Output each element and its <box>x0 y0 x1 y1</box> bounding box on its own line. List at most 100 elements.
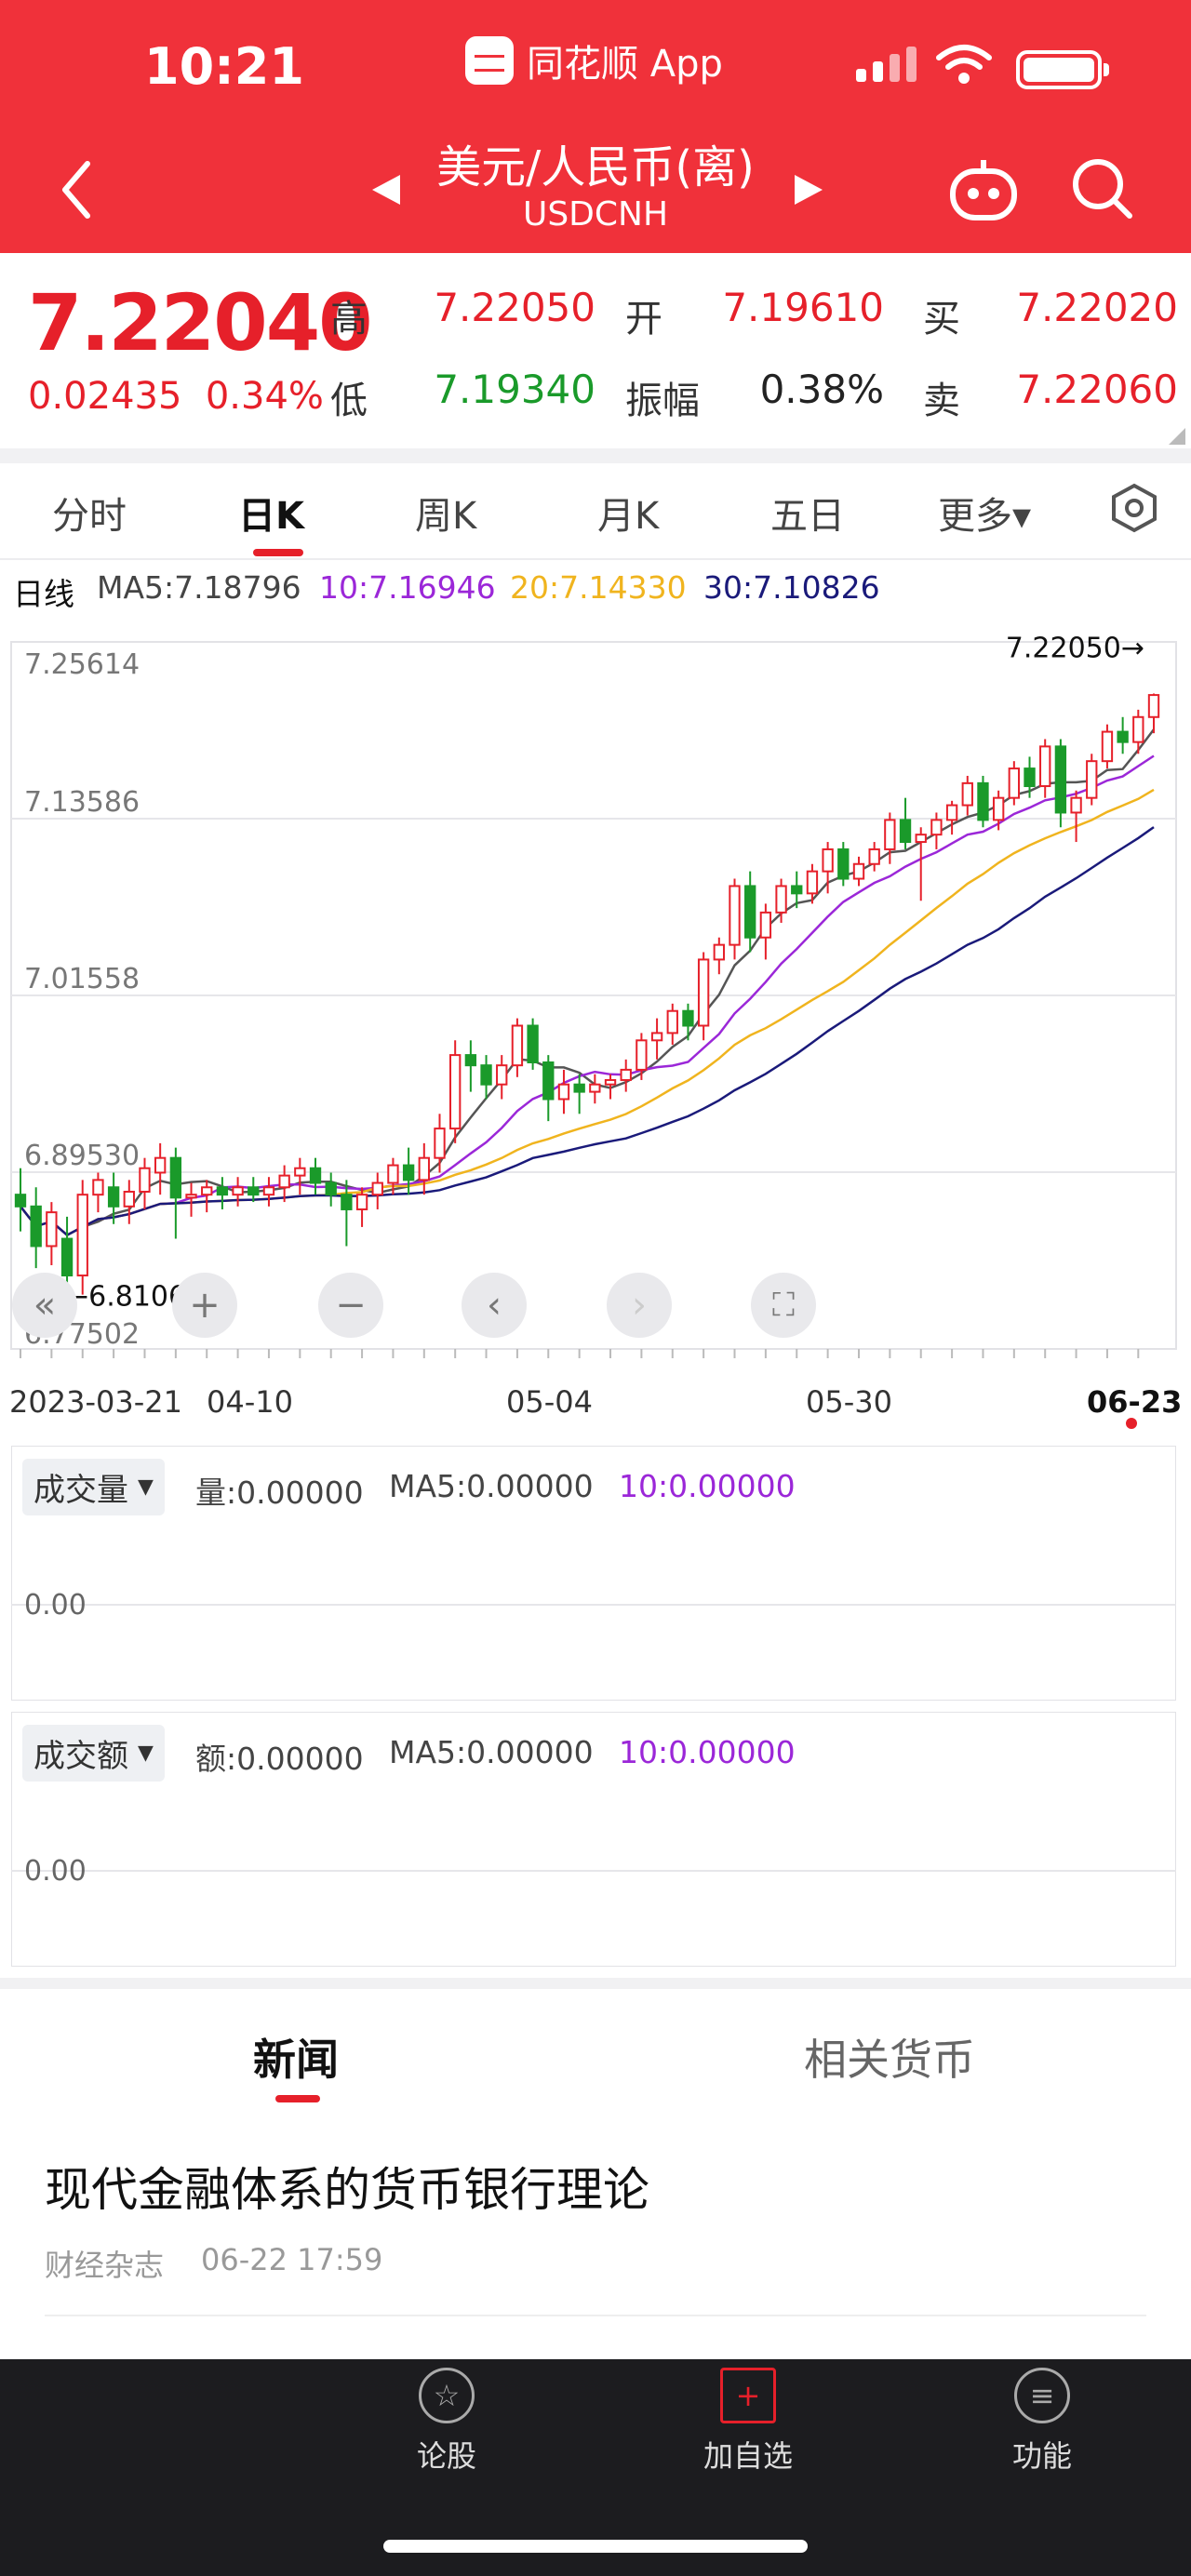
section-divider <box>0 1978 1191 1989</box>
candle-body <box>434 1128 446 1159</box>
volume-stat: 量:0.00000 <box>195 1475 364 1511</box>
latest-date-dot <box>1126 1418 1137 1429</box>
tab-daily-k[interactable]: 日K <box>238 486 304 540</box>
zoom-in-icon[interactable]: + <box>172 1273 237 1338</box>
candle-body <box>325 1181 337 1196</box>
volume-dropdown[interactable]: 成交量 ▼ <box>22 1459 165 1515</box>
candle-body <box>604 1078 617 1086</box>
wifi-icon <box>936 45 992 84</box>
candle-body <box>1086 760 1098 799</box>
candle-body <box>60 1237 74 1277</box>
top-header: 10:21 同花顺 App 美元/人民币(离) USDCNH <box>0 0 1191 253</box>
low-value: 7.19340 <box>434 367 596 412</box>
tab-monthly-k[interactable]: 月K <box>597 486 659 540</box>
x-tick-4: 06-23 <box>1087 1384 1183 1420</box>
volume-panel <box>11 1446 1176 1701</box>
amount-dropdown[interactable]: 成交额 ▼ <box>22 1725 165 1782</box>
star-badge-icon: ☆ <box>419 2368 475 2423</box>
tab-five-day[interactable]: 五日 <box>770 486 845 540</box>
candle-body <box>682 1009 694 1027</box>
candle-body <box>620 1068 632 1081</box>
nav-add-watchlist[interactable]: + 加自选 <box>674 2368 823 2476</box>
open-value: 7.19610 <box>722 285 884 330</box>
news-tab-indicator <box>275 2095 320 2102</box>
x-tick-2: 05-04 <box>506 1384 593 1420</box>
candle-body <box>852 862 865 880</box>
candle-body <box>341 1194 353 1210</box>
tab-weekly-k[interactable]: 周K <box>415 486 476 540</box>
fullscreen-icon[interactable]: ⛶ <box>751 1273 816 1338</box>
robot-assistant-icon[interactable] <box>947 156 1020 221</box>
zoom-out-icon[interactable]: − <box>318 1273 383 1338</box>
amount-panel <box>11 1712 1176 1967</box>
candle-body <box>216 1186 229 1196</box>
candle-body <box>837 848 850 880</box>
y-tick-label: 7.25614 <box>24 648 140 681</box>
nav-add-watchlist-label: 加自选 <box>703 2438 793 2474</box>
candle-body <box>294 1167 306 1177</box>
menu-icon: ≡ <box>1014 2368 1070 2423</box>
sell-value: 7.22060 <box>1016 367 1178 412</box>
candle-body <box>666 1009 678 1034</box>
tab-intraday[interactable]: 分时 <box>52 486 127 540</box>
candle-body <box>636 1039 648 1071</box>
period-label: 日线 <box>13 576 74 612</box>
amount-title: 成交额 <box>33 1738 128 1775</box>
ma20-line <box>20 788 1155 1237</box>
candle-body <box>945 804 958 821</box>
settings-hexagon-icon[interactable] <box>1109 482 1159 534</box>
candle-body <box>697 958 710 1027</box>
candle-body <box>930 819 943 836</box>
add-watchlist-icon: + <box>720 2368 776 2423</box>
battery-icon <box>1016 50 1109 89</box>
candle-body <box>884 819 896 850</box>
tab-related-currency[interactable]: 相关货币 <box>804 2026 975 2088</box>
candlestick-chart[interactable]: 7.256147.135867.015586.895306.775027.220… <box>0 614 1191 1377</box>
candle-body <box>573 1083 585 1093</box>
amount-tick: 0.00 <box>24 1855 87 1888</box>
change-value: 0.02435 <box>28 375 182 418</box>
volume-ma10: 10:0.00000 <box>619 1468 796 1504</box>
news-item-title[interactable]: 现代金融体系的货币银行理论 <box>45 2153 649 2220</box>
candle-body <box>107 1186 120 1208</box>
candle-body <box>542 1061 555 1101</box>
news-divider <box>45 2315 1146 2316</box>
candle-body <box>185 1194 197 1199</box>
tab-news[interactable]: 新闻 <box>253 2026 339 2088</box>
nav-functions[interactable]: ≡ 功能 <box>968 2368 1117 2476</box>
volume-grid-line <box>11 1604 1176 1606</box>
candle-body <box>977 781 989 821</box>
max-price-label: 7.22050→ <box>1006 632 1144 664</box>
candle-body <box>232 1186 244 1196</box>
news-item-time: 06-22 17:59 <box>201 2242 383 2277</box>
scroll-left-icon[interactable]: ‹ <box>462 1273 527 1338</box>
app-name: 同花顺 App <box>465 33 723 87</box>
candle-body <box>46 1211 58 1248</box>
corner-expand-icon <box>1169 428 1185 445</box>
candle-body <box>1132 715 1144 743</box>
ma30-legend: 30:7.10826 <box>703 569 880 606</box>
collapse-icon[interactable]: « <box>12 1273 77 1338</box>
candle-body <box>464 1054 477 1067</box>
candle-body <box>309 1167 322 1184</box>
candle-body <box>557 1083 570 1101</box>
tabs-divider <box>0 558 1191 560</box>
candle-body <box>806 870 819 895</box>
search-icon[interactable] <box>1070 156 1135 221</box>
open-label: 开 <box>625 298 662 340</box>
nav-discuss[interactable]: ☆ 论股 <box>372 2368 521 2476</box>
y-tick-label: 7.13586 <box>24 786 140 819</box>
candle-body <box>92 1179 104 1196</box>
ma10-legend: 10:7.16946 <box>319 569 496 606</box>
home-indicator <box>383 2540 808 2553</box>
tab-more[interactable]: 更多▾ <box>938 486 1031 540</box>
nav-functions-label: 功能 <box>1011 2438 1072 2474</box>
y-tick-label: 7.01558 <box>24 963 140 995</box>
scroll-right-icon[interactable]: › <box>607 1273 672 1338</box>
candle-body <box>496 1064 508 1086</box>
candle-body <box>1101 730 1114 763</box>
candle-body <box>169 1156 182 1199</box>
amplitude-value: 0.38% <box>759 367 884 412</box>
cellular-signal-icon <box>856 47 917 82</box>
candle-body <box>76 1194 88 1277</box>
